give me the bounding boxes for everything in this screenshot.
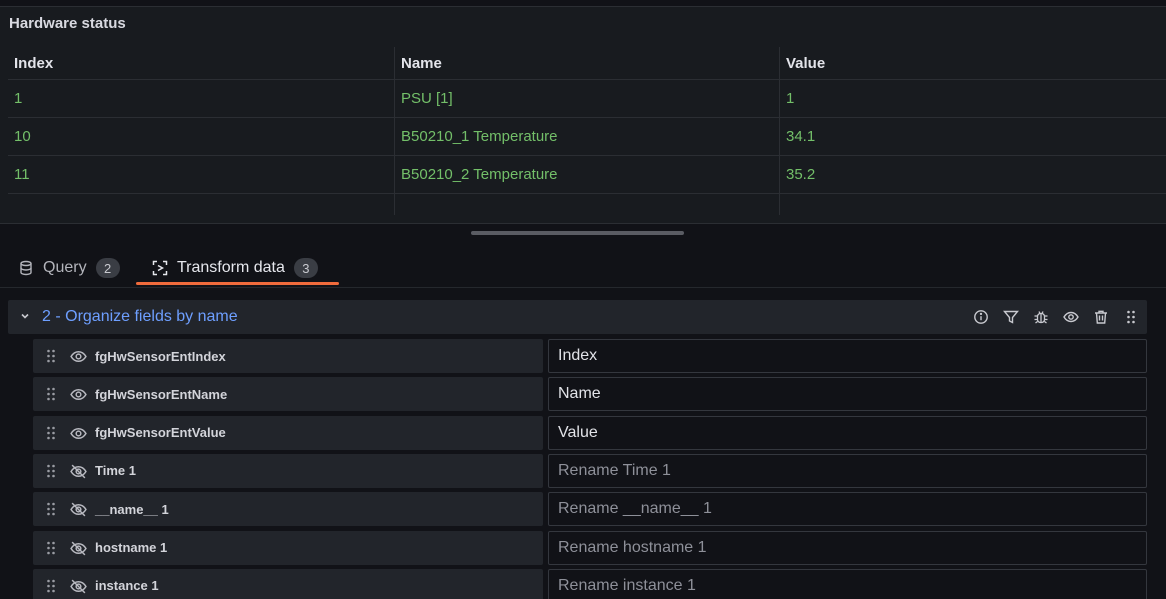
drag-handle-icon[interactable] bbox=[45, 540, 57, 556]
field-row: instance 1 bbox=[33, 568, 1147, 599]
chevron-down-icon[interactable] bbox=[18, 309, 32, 323]
filter-icon[interactable] bbox=[1003, 309, 1019, 325]
table-cell-index: 11 bbox=[14, 166, 30, 183]
rename-field-input[interactable] bbox=[548, 415, 1147, 450]
drag-handle-icon[interactable] bbox=[45, 386, 57, 402]
field-item: fgHwSensorEntIndex bbox=[33, 339, 543, 373]
field-name: __name__ 1 bbox=[95, 501, 169, 517]
table-cell-value bbox=[779, 194, 1166, 215]
rename-field-input[interactable] bbox=[548, 530, 1147, 565]
field-row: hostname 1 bbox=[33, 530, 1147, 565]
database-icon bbox=[18, 260, 34, 276]
table-cell-name: PSU [1] bbox=[394, 80, 779, 117]
data-table: Index Name Value 1 PSU [1] 1 10 B50210_1… bbox=[8, 47, 1166, 215]
table-cell-value: 34.1 bbox=[779, 118, 1166, 155]
eye-icon[interactable] bbox=[1063, 309, 1079, 325]
field-item: instance 1 bbox=[33, 568, 543, 599]
rename-field-input[interactable] bbox=[548, 568, 1147, 599]
table-row: 11 B50210_2 Temperature 35.2 bbox=[8, 156, 1166, 194]
table-row: 10 B50210_1 Temperature 34.1 bbox=[8, 118, 1166, 156]
table-row: 1 PSU [1] 1 bbox=[8, 80, 1166, 118]
transformation-actions bbox=[959, 300, 1139, 334]
column-header-name[interactable]: Name bbox=[394, 47, 779, 79]
drag-handle-icon[interactable] bbox=[45, 578, 57, 594]
eye-slash-icon[interactable] bbox=[70, 578, 87, 595]
field-item: Time 1 bbox=[33, 453, 543, 488]
table-cell-index: 10 bbox=[14, 128, 31, 145]
field-name: fgHwSensorEntValue bbox=[95, 425, 226, 441]
rename-field-input[interactable] bbox=[548, 492, 1147, 527]
field-item: hostname 1 bbox=[33, 530, 543, 565]
active-tab-indicator bbox=[136, 282, 339, 285]
field-name: hostname 1 bbox=[95, 540, 168, 555]
field-item: fgHwSensorEntName bbox=[33, 377, 543, 412]
info-icon[interactable] bbox=[973, 309, 989, 325]
table-cell-value: 35.2 bbox=[779, 156, 1166, 193]
tab-transform-label: Transform data bbox=[177, 259, 285, 276]
drag-handle-icon[interactable] bbox=[45, 501, 57, 517]
debug-icon[interactable] bbox=[1033, 309, 1049, 325]
field-item: __name__ 1 bbox=[33, 492, 543, 527]
tab-query[interactable]: Query 2 bbox=[18, 248, 120, 288]
drag-handle-icon[interactable] bbox=[45, 425, 57, 441]
tab-transform-count: 3 bbox=[293, 258, 318, 278]
eye-icon[interactable] bbox=[70, 425, 87, 442]
panel-title: Hardware status bbox=[9, 15, 126, 32]
hardware-status-panel: Hardware status Index Name Value 1 PSU [… bbox=[0, 6, 1166, 224]
table-cell-index: 1 bbox=[14, 90, 23, 107]
field-row: fgHwSensorEntIndex bbox=[33, 339, 1147, 373]
field-row: fgHwSensorEntName bbox=[33, 377, 1147, 412]
panel-resize-handle[interactable] bbox=[471, 231, 684, 235]
trash-icon[interactable] bbox=[1093, 309, 1109, 325]
table-row-partial bbox=[8, 194, 1166, 215]
field-item: fgHwSensorEntValue bbox=[33, 415, 543, 450]
eye-slash-icon[interactable] bbox=[70, 540, 87, 557]
transform-icon bbox=[152, 260, 168, 276]
drag-handle-icon[interactable] bbox=[45, 348, 57, 364]
field-name: instance 1 bbox=[95, 578, 159, 594]
table-body: 1 PSU [1] 1 10 B50210_1 Temperature 34.1… bbox=[8, 80, 1166, 215]
tab-query-count: 2 bbox=[95, 258, 120, 278]
rename-field-input[interactable] bbox=[548, 339, 1147, 373]
rename-field-input[interactable] bbox=[548, 453, 1147, 488]
field-row: __name__ 1 bbox=[33, 492, 1147, 527]
field-row: fgHwSensorEntValue bbox=[33, 415, 1147, 450]
eye-slash-icon[interactable] bbox=[70, 463, 87, 480]
field-name: Time 1 bbox=[95, 463, 136, 479]
drag-handle-icon[interactable] bbox=[1123, 309, 1139, 325]
column-header-index[interactable]: Index bbox=[8, 47, 393, 79]
transformation-header[interactable]: 2 - Organize fields by name bbox=[8, 300, 1147, 334]
eye-icon[interactable] bbox=[70, 386, 87, 403]
field-name: fgHwSensorEntIndex bbox=[95, 348, 226, 364]
eye-slash-icon[interactable] bbox=[70, 501, 87, 518]
rename-field-input[interactable] bbox=[548, 377, 1147, 412]
column-header-value[interactable]: Value bbox=[779, 47, 1166, 79]
eye-icon[interactable] bbox=[70, 348, 87, 365]
table-cell-name bbox=[394, 194, 779, 215]
table-cell-index bbox=[8, 194, 393, 215]
table-cell-name: B50210_1 Temperature bbox=[394, 118, 779, 155]
transformation-title[interactable]: 2 - Organize fields by name bbox=[42, 300, 238, 334]
table-cell-value: 1 bbox=[779, 80, 1166, 117]
field-row: Time 1 bbox=[33, 453, 1147, 488]
tab-query-label: Query bbox=[43, 259, 87, 276]
field-name: fgHwSensorEntName bbox=[95, 386, 228, 402]
table-header-row: Index Name Value bbox=[8, 47, 1166, 80]
drag-handle-icon[interactable] bbox=[45, 463, 57, 479]
table-cell-name: B50210_2 Temperature bbox=[394, 156, 779, 193]
